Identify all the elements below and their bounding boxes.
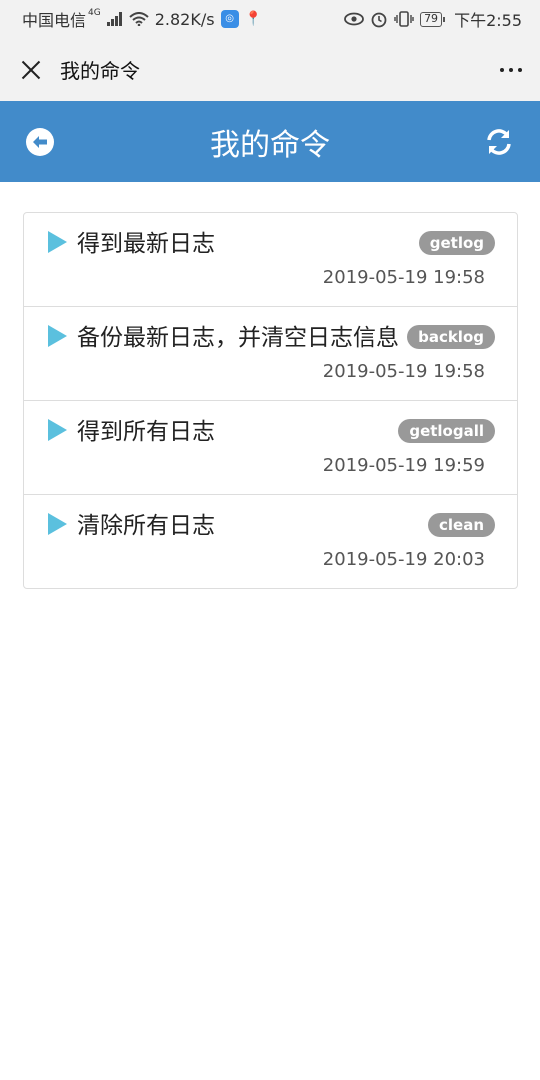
more-options-icon[interactable]: [500, 67, 522, 72]
command-tag-badge: backlog: [407, 325, 495, 349]
command-item-clean[interactable]: 清除所有日志 clean 2019-05-19 20:03: [24, 494, 517, 588]
back-arrow-icon[interactable]: [26, 128, 54, 156]
command-timestamp: 2019-05-19 19:59: [322, 455, 485, 476]
status-bar: 中国电信 4G 2.82K/s ◎ 📍 79 下午2:55: [0, 0, 540, 38]
play-triangle-icon: [48, 325, 67, 347]
network-speed: 2.82K/s: [154, 9, 215, 29]
command-timestamp: 2019-05-19 19:58: [322, 267, 485, 288]
location-pin-icon: 📍: [244, 11, 262, 27]
command-timestamp: 2019-05-19 19:58: [322, 361, 485, 382]
command-tag-badge: clean: [427, 513, 495, 537]
command-title: 清除所有日志: [77, 513, 215, 539]
alarm-icon: [371, 12, 387, 28]
command-item-backlog[interactable]: 备份最新日志，并清空日志信息 backlog 2019-05-19 19:58: [24, 306, 517, 400]
command-tag-badge: getlogall: [398, 419, 495, 443]
title-bar: 我的命令: [0, 38, 540, 101]
eye-icon: [344, 12, 364, 26]
battery-icon: 79: [420, 11, 446, 27]
play-triangle-icon: [48, 419, 67, 441]
command-title: 备份最新日志，并清空日志信息: [77, 325, 399, 351]
window-title: 我的命令: [60, 59, 140, 83]
command-title: 得到所有日志: [77, 419, 215, 445]
command-item-getlog[interactable]: 得到最新日志 getlog 2019-05-19 19:58: [24, 213, 517, 306]
command-tag-badge: getlog: [418, 231, 495, 255]
close-icon[interactable]: [18, 57, 44, 83]
play-triangle-icon: [48, 231, 67, 253]
command-list: 得到最新日志 getlog 2019-05-19 19:58 备份最新日志，并清…: [23, 212, 518, 589]
command-item-getlogall[interactable]: 得到所有日志 getlogall 2019-05-19 19:59: [24, 400, 517, 494]
app-notification-icon: ◎: [220, 10, 239, 28]
signal-icon: [106, 12, 122, 26]
wifi-icon: [129, 12, 149, 26]
vibrate-icon: [394, 11, 414, 27]
refresh-icon[interactable]: [484, 127, 514, 157]
carrier-label: 中国电信: [22, 11, 87, 30]
network-type: 4G: [88, 8, 101, 18]
clock-label: 下午2:55: [454, 11, 522, 30]
app-header: 我的命令: [0, 101, 540, 182]
page-title: 我的命令: [210, 127, 330, 163]
play-triangle-icon: [48, 513, 67, 535]
command-timestamp: 2019-05-19 20:03: [322, 549, 485, 570]
command-title: 得到最新日志: [77, 231, 215, 257]
